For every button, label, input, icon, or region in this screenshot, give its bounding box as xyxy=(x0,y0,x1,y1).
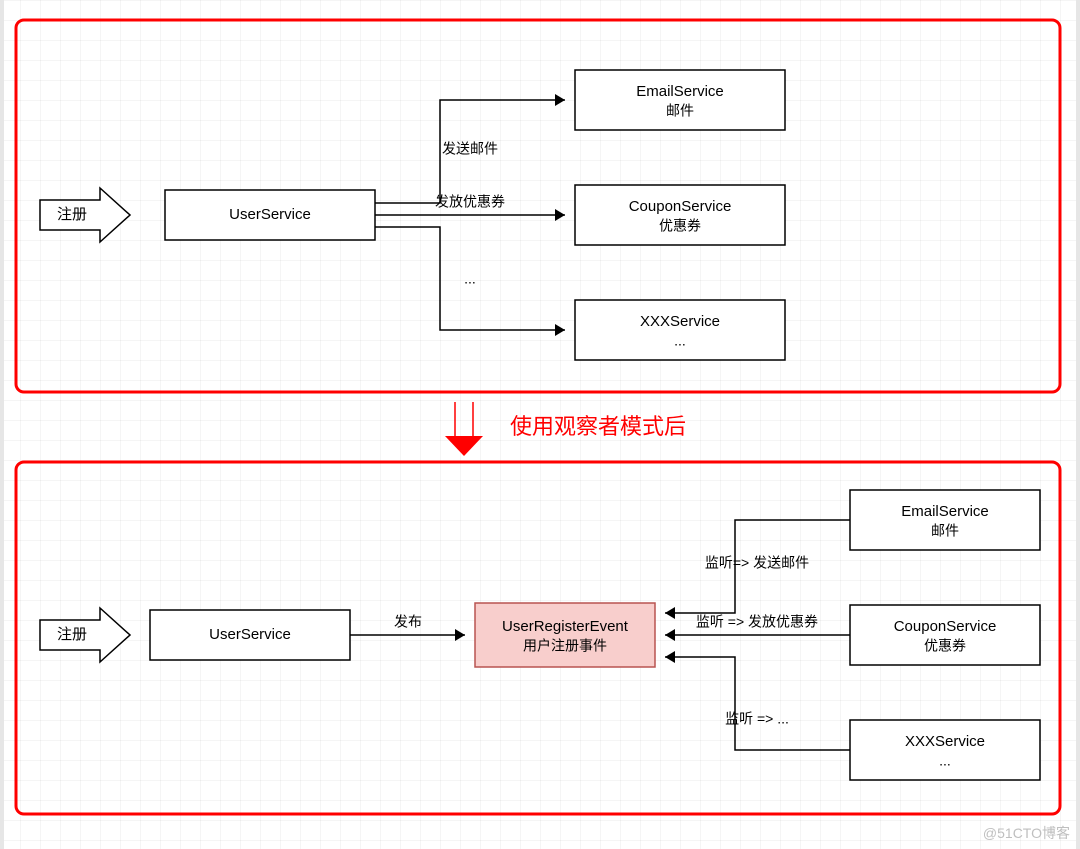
coupon-service-sub-top: 优惠券 xyxy=(659,218,701,234)
event-name: UserRegisterEvent xyxy=(502,618,629,635)
edge-listen-etc: 监听 => ... xyxy=(665,651,850,750)
coupon-service-name-bottom: CouponService xyxy=(894,618,997,635)
user-service-top: UserService xyxy=(165,190,375,240)
listen-coupon-label: 监听 => 发放优惠券 xyxy=(696,614,818,630)
email-service-top: EmailService 邮件 xyxy=(575,70,785,130)
email-service-sub-bottom: 邮件 xyxy=(931,523,959,539)
coupon-service-name-top: CouponService xyxy=(629,198,732,215)
xxx-service-sub-bottom: ... xyxy=(939,753,951,769)
edge-publish: 发布 xyxy=(350,614,465,641)
listen-email-label: 监听=> 发送邮件 xyxy=(705,555,809,571)
edge-listen-coupon: 监听 => 发放优惠券 xyxy=(665,614,850,641)
email-service-sub-top: 邮件 xyxy=(666,103,694,119)
coupon-service-sub-bottom: 优惠券 xyxy=(924,638,966,654)
diagram-svg: 注册 UserService EmailService 邮件 CouponSer… xyxy=(0,0,1080,849)
xxx-service-top: XXXService ... xyxy=(575,300,785,360)
edge-etc-label: ... xyxy=(464,271,476,287)
event-sub: 用户注册事件 xyxy=(523,638,607,654)
edge-give-coupon: 发放优惠券 xyxy=(375,194,565,221)
user-service-label-top: UserService xyxy=(229,206,311,223)
coupon-service-bottom: CouponService 优惠券 xyxy=(850,605,1040,665)
middle-caption: 使用观察者模式后 xyxy=(510,414,686,439)
coupon-service-top: CouponService 优惠券 xyxy=(575,185,785,245)
xxx-service-name-top: XXXService xyxy=(640,313,720,330)
email-service-name-top: EmailService xyxy=(636,83,724,100)
register-label-top: 注册 xyxy=(57,206,87,223)
middle-down-arrow: 使用观察者模式后 xyxy=(445,402,686,456)
watermark: @51CTO博客 xyxy=(983,823,1070,843)
edge-give-coupon-label: 发放优惠券 xyxy=(435,194,505,210)
xxx-service-name-bottom: XXXService xyxy=(905,733,985,750)
publish-label: 发布 xyxy=(394,614,422,630)
listen-etc-label: 监听 => ... xyxy=(725,711,789,727)
edge-listen-email: 监听=> 发送邮件 xyxy=(665,520,850,619)
xxx-service-sub-top: ... xyxy=(674,333,686,349)
email-service-name-bottom: EmailService xyxy=(901,503,989,520)
edge-etc: ... xyxy=(375,227,565,336)
user-service-label-bottom: UserService xyxy=(209,626,291,643)
edge-send-email: 发送邮件 xyxy=(375,94,565,203)
email-service-bottom: EmailService 邮件 xyxy=(850,490,1040,550)
user-service-bottom: UserService xyxy=(150,610,350,660)
xxx-service-bottom: XXXService ... xyxy=(850,720,1040,780)
edge-send-email-label: 发送邮件 xyxy=(442,141,498,157)
register-label-bottom: 注册 xyxy=(57,626,87,643)
register-arrow-top: 注册 xyxy=(40,188,130,242)
register-arrow-bottom: 注册 xyxy=(40,608,130,662)
user-register-event: UserRegisterEvent 用户注册事件 xyxy=(475,603,655,667)
